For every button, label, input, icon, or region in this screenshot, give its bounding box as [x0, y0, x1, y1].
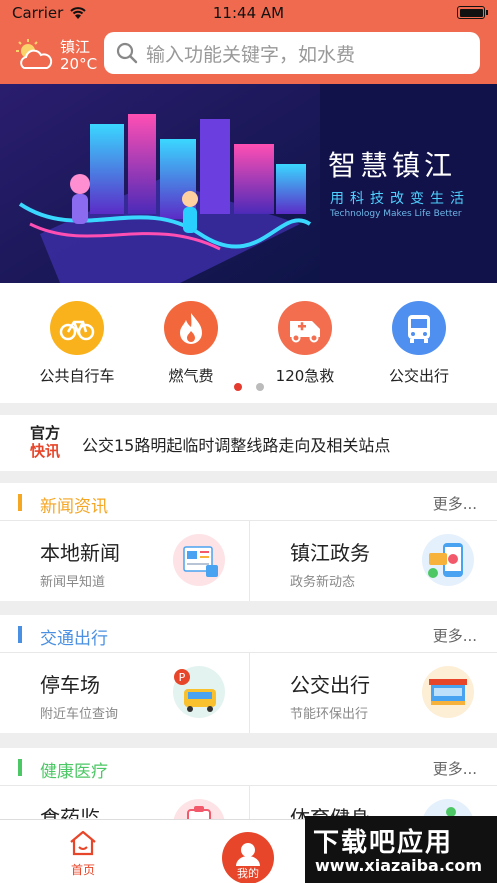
ambulance-icon	[278, 301, 332, 355]
section-title: 新闻资讯	[40, 497, 108, 517]
home-icon	[70, 830, 96, 856]
pager-dots[interactable]	[0, 383, 497, 391]
card-title: 本地新闻	[40, 541, 120, 565]
tab-label: 首页	[70, 863, 95, 877]
card-title: 镇江政务	[290, 541, 370, 565]
shortcut-emergency[interactable]: 120急救	[250, 301, 360, 386]
bus-stop-icon	[422, 666, 474, 718]
shortcut-gas-fee[interactable]: 燃气费	[136, 301, 246, 386]
newspaper-icon	[173, 534, 225, 586]
tab-label: 我的	[237, 867, 259, 880]
card-subtitle: 新闻早知道	[40, 575, 106, 590]
status-bar: Carrier 11:44 AM	[0, 0, 497, 26]
pager-dot[interactable]	[255, 383, 264, 391]
card-government-affairs[interactable]: 镇江政务 政务新动态	[249, 521, 497, 601]
smart-city-illustration	[0, 84, 320, 283]
card-title: 停车场	[40, 673, 100, 697]
card-parking[interactable]: 停车场 附近车位查询 P	[0, 653, 248, 733]
search-placeholder: 输入功能关键字，如水费	[146, 43, 356, 66]
more-link[interactable]: 更多...	[433, 493, 477, 514]
flame-icon	[164, 301, 218, 355]
section-title: 交通出行	[40, 629, 108, 649]
shortcut-bicycle[interactable]: 公共自行车	[22, 301, 132, 386]
card-title: 公交出行	[290, 673, 370, 697]
card-subtitle: 附近车位查询	[40, 707, 119, 722]
user-avatar-icon: 我的	[222, 832, 274, 883]
section-header: 新闻资讯 更多...	[0, 483, 497, 521]
card-subtitle: 政务新动态	[290, 575, 356, 590]
banner-subtitle: 用科技改变生活	[330, 191, 470, 207]
svg-text:P: P	[179, 671, 186, 684]
search-box[interactable]: 输入功能关键字，如水费	[104, 32, 480, 74]
bus-icon	[392, 301, 446, 355]
watermark-line1: 下载吧应用	[313, 828, 454, 858]
gov-phone-icon	[422, 534, 474, 586]
top-header: 镇江 20°C 输入功能关键字，如水费	[0, 26, 497, 84]
official-news-logo: 官方 快讯	[30, 424, 70, 462]
logo-bottom-text: 快讯	[30, 442, 61, 460]
clock: 11:44 AM	[212, 4, 285, 22]
partly-cloudy-icon	[16, 39, 53, 69]
watermark-logo: 下载吧应用 www.xiazaiba.com	[305, 816, 497, 883]
weather-temperature: 20°C	[60, 55, 98, 73]
shortcut-bus[interactable]: 公交出行	[364, 301, 474, 386]
search-icon	[116, 42, 138, 64]
pager-dot-active[interactable]	[233, 383, 242, 391]
battery-icon	[457, 6, 488, 19]
more-link[interactable]: 更多...	[433, 625, 477, 646]
section-accent-bar	[18, 759, 22, 776]
weather-widget[interactable]: 镇江 20°C	[14, 36, 104, 76]
section-header: 健康医疗 更多...	[0, 748, 497, 786]
shortcut-grid: 公共自行车 燃气费 120急救 公交出行	[0, 283, 497, 403]
card-bus-travel[interactable]: 公交出行 节能环保出行	[249, 653, 497, 733]
logo-top-text: 官方	[30, 424, 61, 442]
banner-title: 智慧镇江	[328, 149, 457, 182]
section-header: 交通出行 更多...	[0, 615, 497, 653]
bicycle-icon	[50, 301, 104, 355]
promo-banner[interactable]: 智慧镇江 用科技改变生活 Technology Makes Life Bette…	[0, 84, 497, 283]
tab-home[interactable]: 首页	[58, 830, 108, 878]
card-local-news[interactable]: 本地新闻 新闻早知道	[0, 521, 248, 601]
parking-icon: P	[173, 666, 225, 718]
weather-city: 镇江	[60, 38, 91, 56]
news-headline: 公交15路明起临时调整线路走向及相关站点	[82, 436, 391, 455]
section-accent-bar	[18, 494, 22, 511]
tab-mine[interactable]: 我的	[222, 832, 274, 883]
section-news: 新闻资讯 更多... 本地新闻 新闻早知道 镇江政务 政务新动态	[0, 483, 497, 601]
section-transport: 交通出行 更多... 停车场 附近车位查询 P 公交出行 节能环保出行	[0, 615, 497, 733]
banner-tagline: Technology Makes Life Better	[330, 209, 462, 219]
section-accent-bar	[18, 626, 22, 643]
card-subtitle: 节能环保出行	[290, 707, 369, 722]
watermark-line2: www.xiazaiba.com	[315, 856, 483, 875]
more-link[interactable]: 更多...	[433, 758, 477, 779]
official-news-ticker[interactable]: 官方 快讯 公交15路明起临时调整线路走向及相关站点	[0, 415, 497, 471]
section-title: 健康医疗	[40, 762, 108, 782]
